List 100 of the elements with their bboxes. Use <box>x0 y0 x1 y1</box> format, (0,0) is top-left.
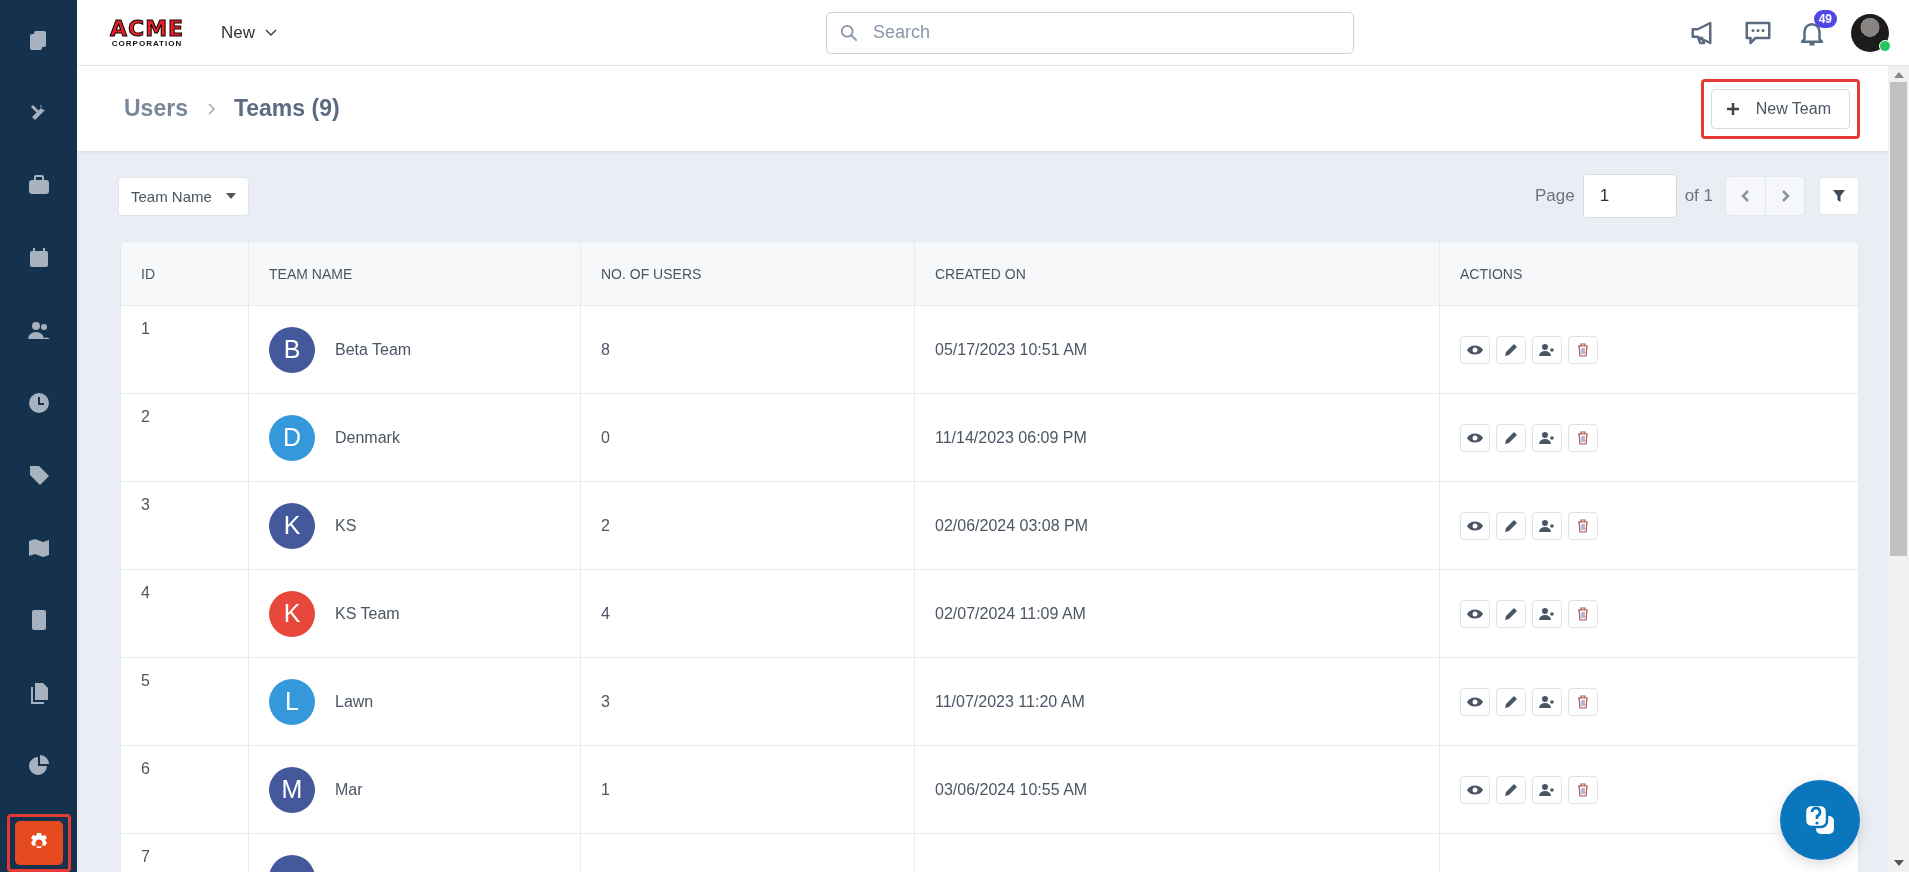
clock-icon <box>26 390 51 415</box>
logo-subtitle: CORPORATION <box>111 39 183 48</box>
caret-icon <box>225 193 236 199</box>
edit-button[interactable] <box>1496 775 1526 804</box>
user-plus-icon <box>1539 782 1555 797</box>
edit-button[interactable] <box>1496 599 1526 628</box>
delete-button[interactable] <box>1568 511 1598 540</box>
pencil-icon <box>1504 342 1518 357</box>
pencil-icon <box>1504 606 1518 621</box>
team-avatar: K <box>269 502 315 549</box>
edit-button[interactable] <box>1496 335 1526 364</box>
table-cell: 1 <box>141 320 150 338</box>
edit-button[interactable] <box>1496 511 1526 540</box>
breadcrumb-link[interactable]: Users <box>124 95 188 122</box>
add-user-button[interactable] <box>1532 775 1562 804</box>
add-user-button[interactable] <box>1532 511 1562 540</box>
view-button[interactable] <box>1460 423 1490 452</box>
add-user-button[interactable] <box>1532 335 1562 364</box>
table-cell: 03/06/2024 10:55 AM <box>935 780 1088 799</box>
team-name: KS Team <box>335 604 400 623</box>
user-plus-icon <box>1539 694 1555 709</box>
table-cell: 1 <box>601 780 610 799</box>
table-cell: 02/06/2024 03:08 PM <box>935 516 1088 535</box>
user-plus-icon <box>1539 430 1555 445</box>
trash-icon <box>1577 782 1589 797</box>
user-plus-icon <box>1539 606 1555 621</box>
team-name: Lawn <box>335 692 374 711</box>
scrollbar[interactable] <box>1888 66 1909 872</box>
table-cell: 0 <box>601 428 610 447</box>
plus-icon <box>1725 101 1740 116</box>
eye-icon <box>1467 343 1483 356</box>
team-avatar: K <box>269 590 315 637</box>
eye-icon <box>1467 695 1483 708</box>
chevron-right-icon <box>205 101 216 116</box>
pencil-icon <box>1504 694 1518 709</box>
table-cell: 6 <box>141 760 150 778</box>
table-cell: 5 <box>141 672 150 690</box>
delete-button[interactable] <box>1568 775 1598 804</box>
add-user-button[interactable] <box>1532 687 1562 716</box>
table-cell: 3 <box>141 496 150 514</box>
view-button[interactable] <box>1460 335 1490 364</box>
trash-icon <box>1577 342 1589 357</box>
page-title: Teams (9) <box>233 95 340 122</box>
column-header: TEAM NAME <box>249 242 581 305</box>
delete-button[interactable] <box>1568 423 1598 452</box>
table-cell: 4 <box>601 604 610 623</box>
user-plus-icon <box>1539 342 1555 357</box>
table-cell: 4 <box>141 584 150 602</box>
team-name-dropdown[interactable]: Team Name <box>118 176 249 216</box>
team-name: Beta Team <box>335 340 412 359</box>
notification-badge: 49 <box>1813 9 1837 28</box>
eye-icon <box>1467 607 1483 620</box>
funnel-icon <box>1833 190 1845 202</box>
add-user-button[interactable] <box>1532 423 1562 452</box>
user-avatar[interactable] <box>1851 13 1889 52</box>
view-button[interactable] <box>1460 599 1490 628</box>
view-button[interactable] <box>1460 687 1490 716</box>
briefcase-icon <box>26 173 51 197</box>
delete-button[interactable] <box>1568 599 1598 628</box>
team-avatar: M <box>269 766 315 813</box>
table-cell: 02/07/2024 11:09 AM <box>935 604 1086 623</box>
edit-button[interactable] <box>1496 687 1526 716</box>
delete-button[interactable] <box>1568 687 1598 716</box>
user-plus-icon <box>1539 518 1555 533</box>
table-cell: 11/14/2023 06:09 PM <box>935 428 1087 447</box>
sidebar-item[interactable] <box>14 820 63 865</box>
edit-button[interactable] <box>1496 423 1526 452</box>
pie-icon <box>26 753 51 777</box>
table-cell: 2 <box>141 408 150 426</box>
search-field[interactable]: Search <box>826 11 1354 54</box>
column-header: ACTIONS <box>1459 264 1524 284</box>
view-button[interactable] <box>1460 775 1490 804</box>
new-menu-button[interactable]: New <box>217 18 281 47</box>
table-cell: 11/07/2023 11:20 AM <box>935 692 1085 711</box>
chevron-right-icon <box>1780 189 1790 203</box>
page-count: of 1 <box>1684 186 1713 206</box>
eye-icon <box>1467 783 1483 796</box>
logo[interactable]: ACME CORPORATION <box>105 17 189 48</box>
team-avatar: B <box>269 326 315 373</box>
team-avatar: L <box>269 678 315 725</box>
scroll-down-icon[interactable] <box>1893 860 1904 866</box>
column-header: NO. OF USERS <box>581 242 915 305</box>
scrollbar-thumb[interactable] <box>1890 82 1907 556</box>
table-cell: 8 <box>601 340 610 359</box>
delete-button[interactable] <box>1568 335 1598 364</box>
add-user-button[interactable] <box>1532 599 1562 628</box>
scroll-up-icon[interactable] <box>1893 72 1904 78</box>
column-header: CREATED ON <box>915 242 1440 305</box>
page-input[interactable]: 1 <box>1582 174 1677 218</box>
team-avatar: D <box>269 414 315 461</box>
page-label: Page <box>1534 186 1575 206</box>
trash-icon <box>1577 694 1589 709</box>
trash-icon <box>1577 606 1589 621</box>
trash-icon <box>1577 430 1589 445</box>
new-team-button[interactable]: New Team <box>1710 88 1850 129</box>
view-button[interactable] <box>1460 511 1490 540</box>
filter-button[interactable] <box>1819 177 1859 215</box>
table-cell: 2 <box>601 516 610 535</box>
chevron-left-icon <box>1740 189 1751 203</box>
pencil-icon <box>1504 782 1518 797</box>
